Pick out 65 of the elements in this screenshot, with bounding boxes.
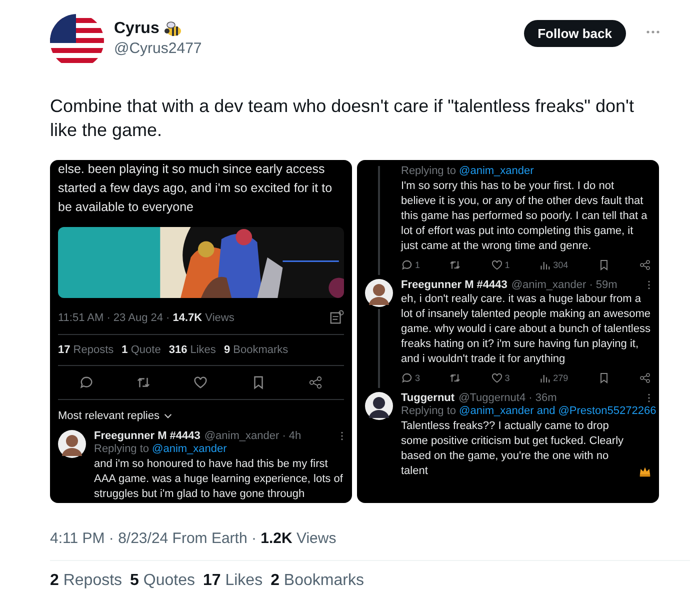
tweet-stat[interactable]: 5 Quotes (130, 572, 195, 590)
avatar-icon[interactable] (365, 279, 393, 307)
more-icon[interactable] (647, 393, 651, 403)
views-icon[interactable] (539, 372, 552, 384)
mention-link[interactable]: @Preston55272266 (558, 405, 656, 417)
post-stat[interactable]: 1 Quote (122, 344, 161, 356)
replying-label: Replying to (401, 405, 456, 417)
reply-author[interactable]: Freegunner M #4443 (401, 279, 508, 291)
repost-icon[interactable] (449, 259, 462, 271)
heart-icon[interactable] (490, 372, 503, 384)
views-icon[interactable] (539, 259, 552, 271)
chevron-down-icon[interactable] (164, 413, 172, 419)
share-icon[interactable] (638, 259, 651, 271)
post-stat[interactable]: 316 Likes (168, 344, 216, 356)
reply-icon[interactable] (401, 372, 413, 384)
tweet-text: Combine that with a dev team who doesn't care if "talentless freaks" don't like the game. (50, 95, 635, 142)
reply-author[interactable]: Tuggernut (401, 392, 455, 404)
action-count: 1 (504, 260, 510, 270)
mention-link[interactable]: @anim_xander (459, 165, 534, 177)
post-text: else. been playing it so much since early access started a few days ago, and i'm so excited for it to be available to everyone (58, 161, 334, 216)
sort-label[interactable]: Most relevant replies (58, 410, 160, 422)
author-name[interactable]: Cyrus (114, 20, 160, 38)
reply-handle: @anim_xander · 59m (511, 279, 618, 291)
action-count: 304 (553, 260, 568, 270)
more-icon[interactable] (340, 431, 344, 441)
avatar-icon[interactable] (58, 430, 86, 458)
post-timestamp: 11:51 AM · 23 Aug 24 · 14.7K Views (58, 312, 234, 324)
reply-text: eh, i don't really care. it was a huge labour from a lot of insanely talented people making an awesome game. why would i care about a bunch of talentless freaks hating on it? i'm sure having fun playing it, and i wouldn't trade it for anything (401, 292, 651, 367)
reply-handle: @anim_xander · 4h (204, 430, 302, 442)
post-stat[interactable]: 9 Bookmarks (224, 344, 288, 356)
reply-text: Talentless freaks?? I actually came to drop some positive criticism but get fucked. Clearly based on the game, you're the one with no talent (401, 419, 625, 479)
more-icon[interactable] (647, 280, 651, 290)
bee-icon (163, 20, 184, 38)
notes-icon[interactable] (329, 310, 344, 325)
bookmark-icon[interactable] (598, 259, 610, 271)
reply-icon[interactable] (401, 259, 413, 271)
heart-icon[interactable] (193, 375, 208, 390)
action-count: 279 (553, 373, 568, 383)
repost-icon[interactable] (449, 372, 462, 384)
mention-link[interactable]: @anim_xander (152, 443, 227, 455)
tweet-stat[interactable]: 17 Likes (202, 572, 263, 590)
repost-icon[interactable] (136, 375, 152, 390)
action-count: 3 (415, 373, 420, 383)
reply-text: and i'm so honoured to have had this be my first AAA game. was a huge learning experience, lots of struggles but i'm glad to have gone through (94, 457, 344, 502)
action-count: 3 (504, 373, 510, 383)
post-stat[interactable]: 17 Reposts (58, 344, 114, 356)
reply-author[interactable]: Freegunner M #4443 (94, 430, 200, 442)
share-icon[interactable] (638, 372, 651, 384)
tweet-timestamp: 4:11 PM · 8/23/24 From Earth · 1.2K Views (50, 530, 690, 561)
avatar-icon[interactable] (365, 392, 393, 420)
bookmark-icon[interactable] (598, 372, 610, 384)
reply-icon[interactable] (79, 375, 94, 390)
mention-link[interactable]: @anim_xander and (459, 405, 556, 417)
more-icon[interactable] (646, 30, 660, 34)
replying-label: Replying to (94, 443, 150, 455)
heart-icon[interactable] (490, 259, 503, 271)
action-count: 1 (415, 260, 420, 270)
tweet-stat[interactable]: 2 Reposts (50, 572, 122, 590)
follow-back-button[interactable]: Follow back (524, 20, 626, 47)
author-handle[interactable]: @Cyrus2477 (114, 40, 514, 57)
tweet-stat[interactable]: 2 Bookmarks (270, 572, 364, 590)
reply-text: I'm so sorry this has to be your first. I do not believe it is you, or any of the other devs fault that this game has performed so poorly. I can tell that a lot of effort was put into completing this game, it just came at the wrong time and genre. (401, 179, 648, 254)
share-icon[interactable] (308, 375, 323, 390)
reply-handle: @Tuggernut4 · 36m (458, 392, 558, 404)
replying-label: Replying to (401, 165, 456, 177)
